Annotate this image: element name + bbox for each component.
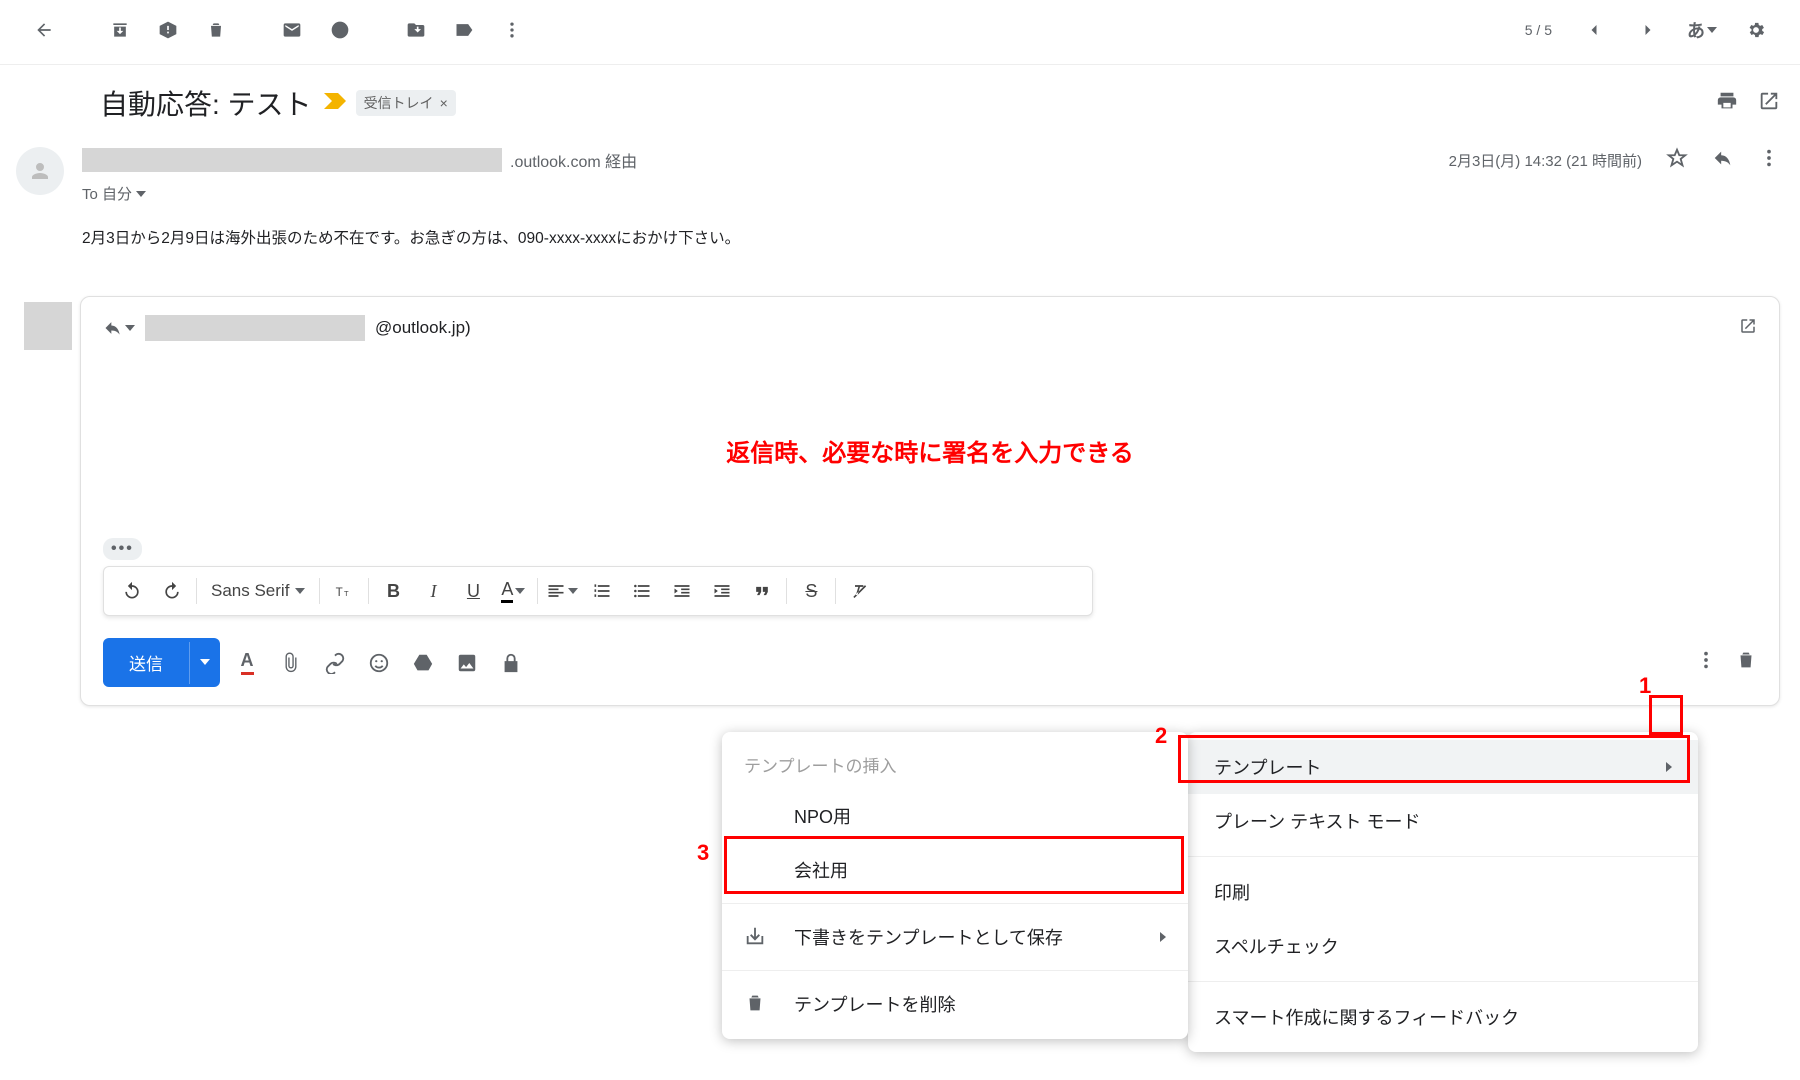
callout-3: 3 xyxy=(697,840,709,866)
callout-2: 2 xyxy=(1155,723,1167,749)
annotation-text: 返信時、必要な時に署名を入力できる xyxy=(103,433,1757,468)
menu-spellcheck[interactable]: スペルチェック xyxy=(1188,919,1698,973)
send-button[interactable]: 送信 xyxy=(103,638,220,687)
importance-marker-icon[interactable] xyxy=(324,93,346,114)
indent-more-icon[interactable] xyxy=(702,573,742,609)
underline-icon[interactable]: U xyxy=(453,573,493,609)
svg-text:T: T xyxy=(344,589,349,598)
reply-icon[interactable] xyxy=(1712,147,1734,173)
attach-icon[interactable] xyxy=(278,650,304,676)
bold-icon[interactable]: B xyxy=(373,573,413,609)
redo-icon[interactable] xyxy=(152,573,192,609)
confidential-icon[interactable] xyxy=(498,650,524,676)
inbox-label-chip[interactable]: 受信トレイ× xyxy=(356,90,456,116)
align-icon[interactable] xyxy=(542,573,582,609)
menu-smart-compose-feedback[interactable]: スマート作成に関するフィードバック xyxy=(1188,990,1698,1044)
send-dropdown-icon[interactable] xyxy=(189,642,220,684)
labels-icon[interactable] xyxy=(440,10,488,50)
popout-compose-icon[interactable] xyxy=(1739,317,1757,340)
sender-name-redacted xyxy=(82,148,502,172)
sender-avatar[interactable] xyxy=(16,147,64,195)
strikethrough-icon[interactable]: S xyxy=(791,573,831,609)
subject-row: 自動応答: テスト 受信トレイ× xyxy=(0,65,1800,131)
mark-unread-icon[interactable] xyxy=(268,10,316,50)
font-size-icon[interactable]: TT xyxy=(324,573,364,609)
svg-text:T: T xyxy=(336,586,343,599)
emoji-icon[interactable] xyxy=(366,650,392,676)
message-timestamp: 2月3日(月) 14:32 (21 時間前) xyxy=(1449,150,1642,171)
sender-via: .outlook.com 経由 xyxy=(510,148,637,172)
remove-label-icon[interactable]: × xyxy=(440,95,448,111)
message-more-icon[interactable] xyxy=(1758,147,1780,173)
save-draft-as-template[interactable]: 下書きをテンプレートとして保存 xyxy=(722,910,1188,964)
open-new-window-icon[interactable] xyxy=(1758,90,1780,117)
compose-more-menu: テンプレート プレーン テキスト モード 印刷 スペルチェック スマート作成に関… xyxy=(1188,732,1698,1052)
reply-type-button[interactable] xyxy=(103,318,135,338)
input-method-button[interactable]: あ xyxy=(1678,10,1726,50)
menu-templates[interactable]: テンプレート xyxy=(1188,740,1698,794)
delete-template[interactable]: テンプレートを削除 xyxy=(722,977,1188,1031)
trash-icon xyxy=(744,992,768,1016)
templates-submenu: テンプレートの挿入 NPO用 会社用 下書きをテンプレートとして保存 テンプレー… xyxy=(722,732,1188,1039)
subject-text: 自動応答: テスト xyxy=(100,83,312,123)
move-to-icon[interactable] xyxy=(392,10,440,50)
formatting-toolbar: Sans Serif TT B I U A S xyxy=(103,566,1093,616)
recipient-redacted xyxy=(145,315,365,341)
archive-icon[interactable] xyxy=(96,10,144,50)
newer-icon[interactable] xyxy=(1570,10,1618,50)
snooze-icon[interactable] xyxy=(316,10,364,50)
font-family-select[interactable]: Sans Serif xyxy=(201,581,315,601)
menu-print[interactable]: 印刷 xyxy=(1188,865,1698,919)
compose-more-icon[interactable] xyxy=(1695,649,1717,676)
quote-icon[interactable] xyxy=(742,573,782,609)
self-avatar xyxy=(24,302,72,350)
undo-icon[interactable] xyxy=(112,573,152,609)
spam-icon[interactable] xyxy=(144,10,192,50)
top-toolbar: 5 / 5 あ xyxy=(0,0,1800,65)
indent-less-icon[interactable] xyxy=(662,573,702,609)
numbered-list-icon[interactable] xyxy=(582,573,622,609)
back-icon[interactable] xyxy=(20,10,68,50)
more-icon[interactable] xyxy=(488,10,536,50)
drive-icon[interactable] xyxy=(410,650,436,676)
send-row: 送信 A xyxy=(103,638,1757,687)
settings-icon[interactable] xyxy=(1732,10,1780,50)
callout-1: 1 xyxy=(1639,673,1651,699)
submenu-header: テンプレートの挿入 xyxy=(722,740,1188,789)
to-line[interactable]: To 自分 xyxy=(82,183,1780,204)
save-icon xyxy=(744,925,768,949)
menu-plain-text[interactable]: プレーン テキスト モード xyxy=(1188,794,1698,848)
text-color-icon[interactable]: A xyxy=(493,573,533,609)
remove-format-icon[interactable] xyxy=(840,573,880,609)
sender-block: .outlook.com 経由 2月3日(月) 14:32 (21 時間前) T… xyxy=(0,131,1800,248)
recipient-suffix: @outlook.jp) xyxy=(375,318,471,338)
link-icon[interactable] xyxy=(322,650,348,676)
print-icon[interactable] xyxy=(1716,90,1738,117)
show-trimmed-button[interactable]: ••• xyxy=(103,538,142,560)
template-item-npo[interactable]: NPO用 xyxy=(722,789,1188,843)
bullet-list-icon[interactable] xyxy=(622,573,662,609)
older-icon[interactable] xyxy=(1624,10,1672,50)
italic-icon[interactable]: I xyxy=(413,573,453,609)
message-body: 2月3日から2月9日は海外出張のため不在です。お急ぎの方は、090-xxxx-x… xyxy=(82,226,1780,248)
photo-icon[interactable] xyxy=(454,650,480,676)
template-item-company[interactable]: 会社用 xyxy=(722,843,1188,897)
discard-draft-icon[interactable] xyxy=(1735,649,1757,676)
compose-box: @outlook.jp) 返信時、必要な時に署名を入力できる ••• Sans … xyxy=(80,296,1780,706)
page-counter: 5 / 5 xyxy=(1525,22,1552,38)
star-icon[interactable] xyxy=(1666,147,1688,173)
formatting-toggle-icon[interactable]: A xyxy=(234,650,260,676)
delete-icon[interactable] xyxy=(192,10,240,50)
